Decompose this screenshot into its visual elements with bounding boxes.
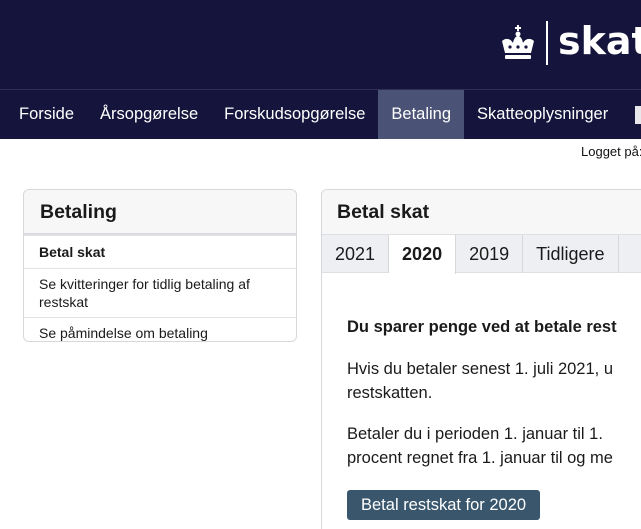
content-headline: Du sparer penge ved at betale rest [347,318,617,336]
paragraph-interest: Betaler du i perioden 1. januar til 1. p… [347,422,641,470]
paragraph-line: Betaler du i perioden 1. januar til 1. [347,425,603,443]
sidebar-item-pamindelse[interactable]: Se påmindelse om betaling [24,317,296,341]
main-nav: Forside Årsopgørelse Forskudsopgørelse B… [0,89,641,139]
sidebar-item-betal-skat[interactable]: Betal skat [24,235,296,268]
sidebar-title: Betaling [24,190,296,235]
tab-2021[interactable]: 2021 [322,235,390,273]
tab-2019[interactable]: 2019 [456,235,524,273]
tab-2020[interactable]: 2020 [389,235,457,274]
paragraph-line: procent regnet fra 1. januar til og me [347,449,613,467]
nav-item-forside[interactable]: Forside [0,90,87,139]
nav-item-arsopgorelse[interactable]: Årsopgørelse [87,90,211,139]
pay-restskat-button[interactable]: Betal restskat for 2020 [347,490,541,520]
sidebar-panel: Betaling Betal skat Se kvitteringer for … [23,189,297,342]
nav-item-betaling[interactable]: Betaling [378,90,465,139]
nav-item-forskudsopgorelse[interactable]: Forskudsopgørelse [211,90,378,139]
sidebar-item-kvitteringer[interactable]: Se kvitteringer for tidlig betaling af r… [24,268,296,317]
paragraph-line: restskatten. [347,384,433,402]
skat-logo[interactable]: skat [498,20,641,66]
paragraph-line: Hvis du betaler senest 1. juli 2021, u [347,360,613,378]
logo-divider [546,21,548,65]
site-header: skat [0,0,641,89]
logged-in-label: Logget på: [581,144,641,159]
year-tabs: 2021 2020 2019 Tidligere [322,235,641,274]
page-title: Betal skat [322,190,641,235]
nav-item-overflow[interactable] [635,105,641,124]
paragraph-early-payment: Hvis du betaler senest 1. juli 2021, u r… [347,357,641,405]
main-panel: Betal skat 2021 2020 2019 Tidligere Du s… [321,189,641,529]
tab-tidligere[interactable]: Tidligere [523,235,619,273]
crown-icon [502,25,534,59]
logo-text: skat [558,19,641,63]
nav-item-skatteoplysninger[interactable]: Skatteoplysninger [464,90,621,139]
